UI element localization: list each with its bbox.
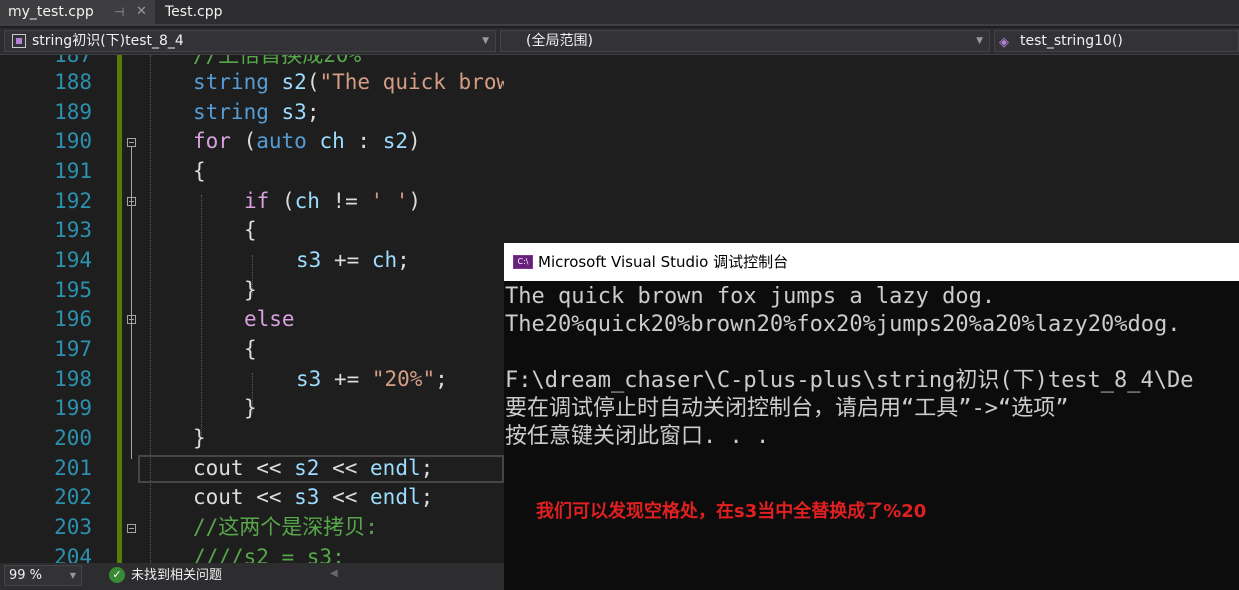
line-number: 200 [54, 426, 92, 450]
project-label: string初识(下)test_8_4 [32, 33, 184, 49]
zoom-dropdown[interactable]: 99 % ▼ [4, 565, 82, 586]
line-number: 191 [54, 159, 92, 183]
tab-label: my_test.cpp [8, 4, 94, 20]
line-number: 188 [54, 70, 92, 94]
tab-test-cpp[interactable]: Test.cpp [157, 0, 257, 24]
project-icon [12, 34, 26, 48]
line-number: 203 [54, 515, 92, 539]
console-output-line: 要在调试停止时自动关闭控制台，请启用“工具”->“选项” [505, 396, 1069, 421]
tab-my-test-cpp[interactable]: my_test.cpp ⊣ ✕ [0, 0, 155, 24]
member-dropdown[interactable]: ◈ test_string10() [994, 30, 1239, 52]
line-number: 197 [54, 337, 92, 361]
pin-icon[interactable]: ⊣ [114, 0, 124, 24]
line-number: 199 [54, 396, 92, 420]
annotation-text: 我们可以发现空格处，在s3当中全替换成了%20 [536, 501, 927, 522]
collapse-icon[interactable] [127, 524, 136, 533]
code-line: { [244, 337, 257, 361]
code-line: } [244, 278, 257, 302]
change-tracking-bar [117, 55, 122, 563]
line-number: 204 [54, 545, 92, 563]
code-line: cout << s3 << endl; [193, 485, 434, 509]
code-line: string s2("The quick brown fox jumps a l… [193, 70, 504, 94]
chevron-down-icon: ▼ [482, 36, 489, 46]
project-dropdown[interactable]: string初识(下)test_8_4 ▼ [4, 30, 496, 52]
line-number: 194 [54, 248, 92, 272]
code-line: cout << s2 << endl; [193, 456, 434, 480]
tab-label: Test.cpp [165, 4, 223, 20]
collapse-icon[interactable] [127, 138, 136, 147]
line-number: 193 [54, 218, 92, 242]
indent-guide [150, 55, 151, 563]
console-title: Microsoft Visual Studio 调试控制台 [538, 253, 789, 271]
line-number: 201 [54, 456, 92, 480]
chevron-down-icon: ▼ [976, 36, 983, 46]
check-circle-icon: ✓ [109, 567, 125, 583]
code-line: s3 += "20%"; [296, 367, 448, 391]
code-line: if (ch != ' ') [244, 189, 422, 213]
console-output-line: The20%quick20%brown20%fox20%jumps20%a20%… [505, 312, 1181, 337]
chevron-down-icon: ▼ [69, 571, 76, 580]
code-editor[interactable]: 187 188 189 190 191 192 193 194 195 196 … [0, 55, 504, 563]
code-line: else [244, 307, 295, 331]
member-label: test_string10() [1020, 33, 1123, 49]
debug-console-window[interactable]: C:\ Microsoft Visual Studio 调试控制台 The qu… [504, 243, 1239, 590]
line-number: 189 [54, 100, 92, 124]
code-line: string s3; [193, 100, 320, 124]
close-icon[interactable]: ✕ [136, 0, 147, 24]
code-line: { [244, 218, 257, 242]
code-line: } [244, 396, 257, 420]
line-number: 196 [54, 307, 92, 331]
console-title-bar[interactable]: C:\ Microsoft Visual Studio 调试控制台 [504, 243, 1239, 281]
navigation-bar: string初识(下)test_8_4 ▼ (全局范围) ▼ ◈ test_st… [0, 28, 1239, 55]
code-line: ////s2 = s3; [193, 545, 345, 563]
collapse-icon[interactable] [127, 197, 136, 206]
tab-bar: my_test.cpp ⊣ ✕ Test.cpp [0, 0, 1239, 26]
console-output-line: F:\dream_chaser\C-plus-plus\string初识(下)t… [505, 368, 1194, 393]
code-line: for (auto ch : s2) [193, 129, 421, 153]
collapse-icon[interactable] [127, 315, 136, 324]
code-line: { [193, 159, 206, 183]
scope-label: (全局范围) [526, 33, 593, 49]
line-number: 190 [54, 129, 92, 153]
console-output-line: 按任意键关闭此窗口. . . [505, 424, 770, 449]
code-line: } [193, 426, 206, 450]
console-app-icon: C:\ [513, 255, 533, 269]
zoom-level: 99 % [9, 568, 43, 583]
issues-status[interactable]: 未找到相关问题 [131, 566, 222, 586]
editor-status-bar: 99 % ▼ ✓ 未找到相关问题 ◀ [0, 563, 504, 590]
code-line: //这两个是深拷贝: [193, 515, 378, 539]
method-icon: ◈ [999, 35, 1009, 50]
console-output-line: The quick brown fox jumps a lazy dog. [505, 284, 996, 309]
line-number: 195 [54, 278, 92, 302]
scope-dropdown[interactable]: (全局范围) ▼ [500, 30, 990, 52]
fold-line [131, 147, 132, 459]
indent-guide [201, 195, 202, 435]
code-line: s3 += ch; [296, 248, 410, 272]
line-number: 192 [54, 189, 92, 213]
line-number: 198 [54, 367, 92, 391]
line-number: 202 [54, 485, 92, 509]
scroll-left-icon[interactable]: ◀ [330, 568, 338, 579]
